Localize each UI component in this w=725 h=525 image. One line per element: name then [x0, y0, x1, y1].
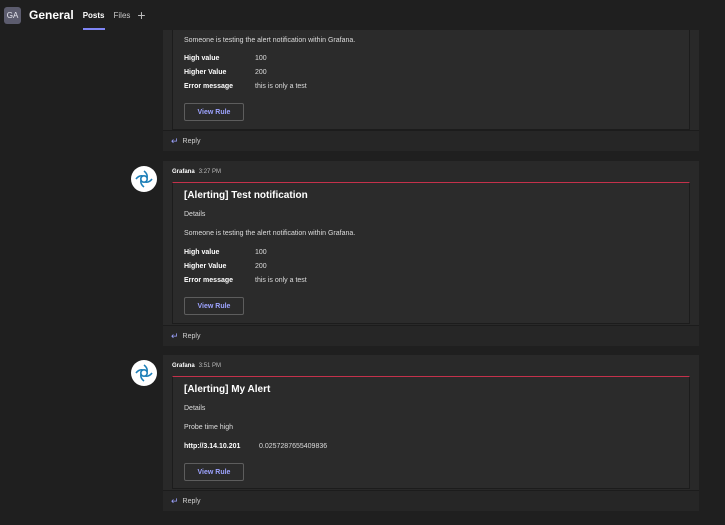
reply-label: Reply — [182, 137, 201, 145]
message-author: Grafana — [172, 363, 195, 369]
reply-arrow-icon: ↵ — [171, 495, 179, 506]
field-key: High value — [184, 55, 220, 62]
field-key: Error message — [184, 83, 234, 90]
channel-title: General — [29, 8, 74, 22]
card-intro-text: Someone is testing the alert notificatio… — [184, 37, 356, 44]
tab-posts[interactable]: Posts — [82, 0, 105, 30]
field-key: Higher Value — [184, 69, 227, 76]
field-value: 100 — [255, 55, 267, 62]
alert-card: [Alerting] Test notification Details Som… — [172, 182, 690, 324]
team-avatar[interactable]: GA — [4, 6, 21, 24]
alert-card: Someone is testing the alert notificatio… — [172, 30, 690, 130]
add-tab-plus-icon[interactable]: + — [137, 8, 145, 22]
field-key: Error message — [184, 277, 234, 284]
field-value: this is only a test — [255, 277, 307, 284]
field-value: 200 — [255, 69, 267, 76]
message-meta: Grafana 3:27 PM — [172, 169, 221, 175]
view-rule-button[interactable]: View Rule — [184, 463, 244, 481]
field-key: http://3.14.10.201 — [184, 443, 241, 450]
reply-arrow-icon: ↵ — [171, 330, 179, 341]
field-value: this is only a test — [255, 83, 307, 90]
reply-label: Reply — [182, 497, 201, 505]
message-timestamp: 3:27 PM — [198, 169, 222, 175]
grafana-logo-icon[interactable] — [131, 166, 157, 192]
details-label: Details — [184, 211, 206, 218]
card-intro-text: Someone is testing the alert notificatio… — [184, 230, 356, 237]
tab-files[interactable]: Files — [114, 0, 131, 30]
field-key: Higher Value — [184, 263, 227, 270]
message-timestamp: 3:51 PM — [198, 363, 222, 369]
field-value: 100 — [255, 249, 267, 256]
field-value: 200 — [255, 263, 267, 270]
alert-card: [Alerting] My Alert Details Probe time h… — [172, 376, 690, 489]
message-thread: Grafana 3:51 PM [Alerting] My Alert Detai… — [163, 355, 699, 511]
message-author: Grafana — [172, 169, 195, 175]
reply-bar[interactable]: ↵ Reply — [163, 130, 699, 151]
reply-arrow-icon: ↵ — [171, 135, 179, 146]
view-rule-button[interactable]: View Rule — [184, 297, 244, 315]
grafana-logo-icon[interactable] — [131, 360, 157, 386]
reply-label: Reply — [182, 332, 201, 340]
message-meta: Grafana 3:51 PM — [172, 363, 221, 369]
channel-header: GA General Posts Files + — [0, 0, 725, 30]
reply-bar[interactable]: ↵ Reply — [163, 325, 699, 346]
field-key: High value — [184, 249, 220, 256]
alert-title: [Alerting] My Alert — [184, 384, 271, 395]
view-rule-button[interactable]: View Rule — [184, 103, 244, 121]
reply-bar[interactable]: ↵ Reply — [163, 490, 699, 511]
message-thread: Grafana 3:27 PM [Alerting] Test notificat… — [163, 161, 699, 346]
field-value: 0.0257287655409836 — [259, 443, 328, 450]
card-intro-text: Probe time high — [184, 424, 234, 431]
message-thread: Someone is testing the alert notificatio… — [163, 30, 699, 151]
details-label: Details — [184, 405, 206, 412]
alert-title: [Alerting] Test notification — [184, 190, 308, 201]
